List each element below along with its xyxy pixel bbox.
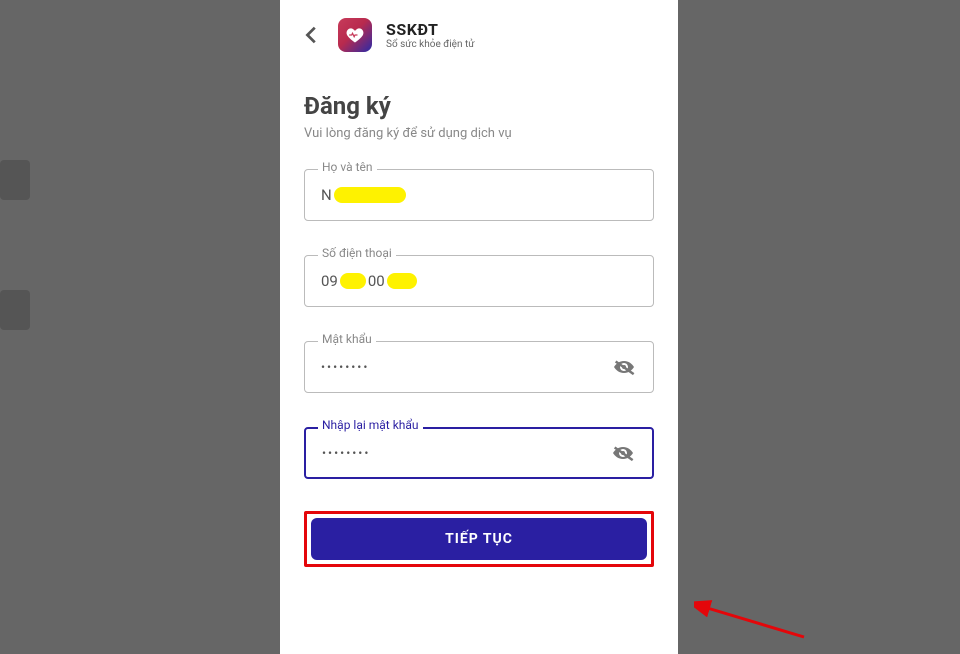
phone-input[interactable]: 09 00 [304, 255, 654, 307]
phone-redaction [387, 273, 417, 289]
form-content: Đăng ký Vui lòng đăng ký để sử dụng dịch… [280, 62, 678, 583]
toggle-password-visibility[interactable] [611, 354, 637, 380]
password-input[interactable]: •••••••• [304, 341, 654, 393]
confirm-password-field: Nhập lại mật khẩu •••••••• [304, 427, 654, 479]
eye-off-icon [611, 441, 635, 465]
app-header: SSKĐT Sổ sức khỏe điện tử [280, 0, 678, 62]
phone-redaction [340, 273, 366, 289]
submit-label: TIẾP TỤC [445, 531, 513, 547]
background-decoration [0, 160, 30, 200]
app-name: SSKĐT [386, 20, 474, 39]
submit-highlight-annotation: TIẾP TỤC [304, 511, 654, 567]
fullname-value-prefix: N [321, 186, 332, 204]
annotation-arrow [694, 572, 814, 642]
password-field: Mật khẩu •••••••• [304, 341, 654, 393]
page-subtitle: Vui lòng đăng ký để sử dụng dịch vụ [304, 126, 654, 141]
phone-value-part2: 00 [368, 272, 385, 290]
app-subtitle: Sổ sức khỏe điện tử [386, 39, 474, 50]
app-icon [338, 18, 372, 52]
password-value: •••••••• [321, 360, 611, 374]
fullname-label: Họ và tên [318, 160, 377, 174]
back-button[interactable] [300, 23, 324, 47]
phone-screen: SSKĐT Sổ sức khỏe điện tử Đăng ký Vui lò… [280, 0, 678, 654]
fullname-input[interactable]: N [304, 169, 654, 221]
fullname-field: Họ và tên N [304, 169, 654, 221]
toggle-confirm-password-visibility[interactable] [610, 440, 636, 466]
phone-label: Số điện thoại [318, 246, 396, 260]
phone-value-part1: 09 [321, 272, 338, 290]
submit-button[interactable]: TIẾP TỤC [311, 518, 647, 560]
phone-field: Số điện thoại 09 00 [304, 255, 654, 307]
confirm-password-value: •••••••• [322, 446, 610, 460]
page-title: Đăng ký [304, 92, 654, 120]
password-label: Mật khẩu [318, 332, 376, 346]
background-decoration [0, 290, 30, 330]
heart-health-icon [345, 25, 365, 45]
chevron-left-icon [301, 24, 323, 46]
confirm-password-input[interactable]: •••••••• [304, 427, 654, 479]
fullname-redaction [334, 187, 406, 203]
eye-off-icon [612, 355, 636, 379]
confirm-password-label: Nhập lại mật khẩu [318, 418, 423, 432]
app-title-block: SSKĐT Sổ sức khỏe điện tử [386, 20, 474, 50]
